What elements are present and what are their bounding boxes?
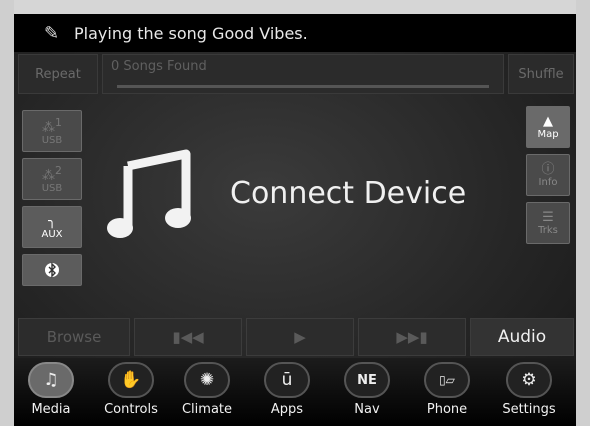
nav-climate[interactable]: ✺ Climate	[172, 362, 242, 426]
music-note-icon: ♫	[28, 362, 74, 398]
gear-icon: ⚙	[506, 362, 552, 398]
playback-options-row: Repeat 0 Songs Found Shuffle	[18, 54, 574, 94]
nav-navigation[interactable]: NE Nav	[332, 362, 402, 426]
info-button[interactable]: ⓘ Info	[526, 154, 570, 196]
map-arrow-icon: ▲	[543, 113, 553, 129]
usb2-source-button[interactable]: ⁂2 USB	[22, 158, 82, 200]
repeat-button[interactable]: Repeat	[18, 54, 98, 94]
apps-u-icon: ū	[264, 362, 310, 398]
nav-phone-label: Phone	[426, 402, 468, 417]
usb-number: 1	[55, 115, 62, 129]
nav-media[interactable]: ♫ Media	[16, 362, 86, 426]
bezel-top	[0, 0, 590, 14]
nav-apps[interactable]: ū Apps	[252, 362, 322, 426]
usb1-source-button[interactable]: ⁂1 USB	[22, 110, 82, 152]
nav-media-label: Media	[31, 402, 71, 417]
progress-bar	[117, 85, 489, 88]
nav-phone[interactable]: ▯▱ Phone	[412, 362, 482, 426]
map-button[interactable]: ▲ Map	[526, 106, 570, 148]
next-track-button[interactable]: ▶▶▮	[358, 318, 466, 356]
usb-number: 2	[55, 163, 62, 177]
bezel-left	[0, 0, 14, 426]
bluetooth-icon	[45, 262, 59, 278]
aux-source-button[interactable]: ╮ AUX	[22, 206, 82, 248]
usb-icon: ⁂1	[42, 115, 62, 136]
connect-device-button[interactable]: Connect Device	[230, 176, 466, 211]
bluetooth-source-button[interactable]	[22, 254, 82, 286]
usb-icon: ⁂2	[42, 163, 62, 184]
status-bar: ✎ Playing the song Good Vibes.	[14, 14, 576, 52]
aux-label: AUX	[41, 228, 63, 240]
info-icon: ⓘ	[541, 161, 555, 177]
next-track-icon: ▶▶▮	[396, 328, 428, 346]
info-label: Info	[538, 176, 558, 188]
phone-signal-icon: ▯▱	[424, 362, 470, 398]
controls-hand-icon: ✋	[108, 362, 154, 398]
nav-apps-label: Apps	[270, 402, 304, 417]
compass-ne-icon: NE	[344, 362, 390, 398]
nav-settings[interactable]: ⚙ Settings	[494, 362, 564, 426]
previous-track-button[interactable]: ▮◀◀	[134, 318, 242, 356]
bezel-right	[576, 0, 590, 426]
tracks-label: Trks	[538, 224, 558, 236]
usb2-label: USB	[41, 183, 63, 195]
now-playing-status: Playing the song Good Vibes.	[74, 23, 308, 43]
audio-button[interactable]: Audio	[470, 318, 574, 356]
track-info-panel: 0 Songs Found	[102, 54, 504, 94]
previous-track-icon: ▮◀◀	[172, 328, 204, 346]
shuffle-button[interactable]: Shuffle	[508, 54, 574, 94]
songs-found-text: 0 Songs Found	[111, 59, 207, 74]
play-icon: ▶	[294, 328, 306, 346]
aux-icon: ╮	[48, 213, 56, 229]
browse-button[interactable]: Browse	[18, 318, 130, 356]
nav-settings-label: Settings	[502, 402, 556, 417]
tracks-list-icon: ☰	[542, 209, 554, 225]
map-label: Map	[537, 128, 559, 140]
nav-controls-label: Controls	[104, 402, 158, 417]
tracks-button[interactable]: ☰ Trks	[526, 202, 570, 244]
nav-nav-label: Nav	[354, 402, 380, 417]
music-note-icon	[107, 149, 191, 238]
nav-controls[interactable]: ✋ Controls	[96, 362, 166, 426]
transport-controls: Browse ▮◀◀ ▶ ▶▶▮ Audio	[18, 318, 574, 356]
infotainment-screen: ✎ Playing the song Good Vibes. Repeat 0 …	[0, 0, 590, 426]
voice-command-icon: ✎	[44, 22, 60, 44]
bottom-nav-bar: ♫ Media ✋ Controls ✺ Climate ū Apps NE N…	[14, 358, 576, 426]
play-button[interactable]: ▶	[246, 318, 354, 356]
nav-climate-label: Climate	[181, 402, 233, 417]
climate-fan-icon: ✺	[184, 362, 230, 398]
usb1-label: USB	[41, 135, 63, 147]
